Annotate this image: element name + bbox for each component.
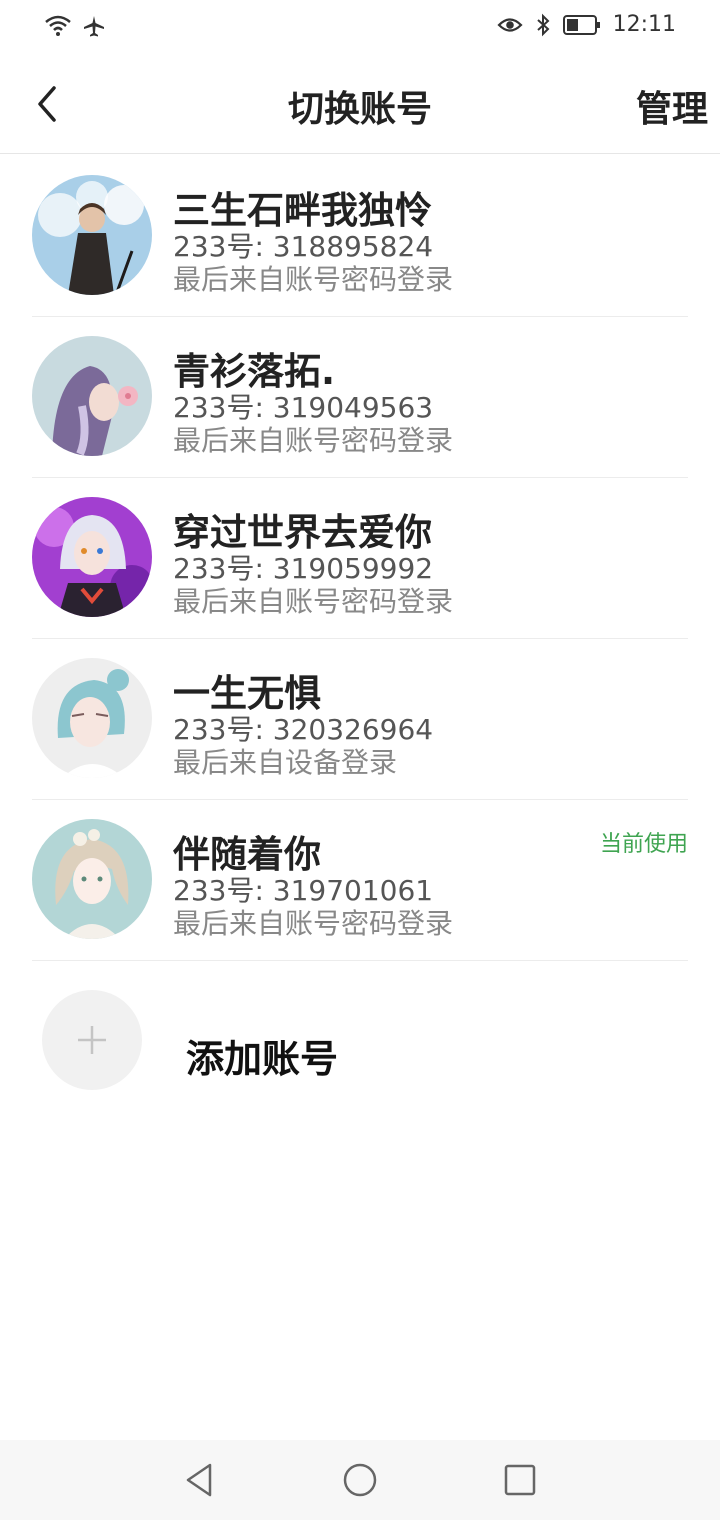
triangle-back-icon [186, 1463, 212, 1497]
bluetooth-icon [535, 13, 551, 37]
battery-icon [562, 14, 601, 36]
status-bar: 12:11 [0, 0, 720, 56]
status-time: 12:11 [612, 12, 676, 37]
avatar [32, 658, 152, 778]
page-title: 切换账号 [287, 89, 432, 130]
account-item[interactable]: 伴随着你 233号: 319701061 最后来自账号密码登录 当前使用 [32, 800, 688, 961]
manage-button[interactable]: 管理 [636, 80, 708, 132]
account-item[interactable]: 青衫落拓. 233号: 319049563 最后来自账号密码登录 [32, 317, 688, 478]
add-account-button[interactable]: 添加账号 [0, 980, 720, 1100]
account-login-method: 最后来自设备登录 [173, 746, 398, 779]
wifi-icon [44, 14, 72, 38]
nav-back-button[interactable] [180, 1460, 220, 1500]
circle-home-icon [343, 1463, 377, 1497]
avatar [32, 819, 152, 939]
screen: 12:11 切换账号 管理 三生石畔我独怜 233号: 318895824 最后… [0, 0, 720, 1520]
status-right: 12:11 [497, 12, 676, 37]
status-left [44, 14, 106, 38]
app-header: 切换账号 管理 [0, 56, 720, 154]
system-nav-bar [0, 1440, 720, 1520]
add-account-label: 添加账号 [186, 1037, 339, 1081]
plus-icon [78, 1026, 106, 1054]
account-login-method: 最后来自账号密码登录 [173, 424, 454, 457]
eye-icon [497, 14, 523, 36]
nav-home-button[interactable] [340, 1460, 380, 1500]
nav-recents-button[interactable] [500, 1460, 540, 1500]
account-login-method: 最后来自账号密码登录 [173, 263, 454, 296]
account-item[interactable]: 穿过世界去爱你 233号: 319059992 最后来自账号密码登录 [32, 478, 688, 639]
square-recents-icon [504, 1464, 536, 1496]
account-item[interactable]: 三生石畔我独怜 233号: 318895824 最后来自账号密码登录 [32, 156, 688, 317]
avatar [32, 497, 152, 617]
account-login-method: 最后来自账号密码登录 [173, 585, 454, 618]
avatar [32, 336, 152, 456]
account-list: 三生石畔我独怜 233号: 318895824 最后来自账号密码登录 青衫落拓.… [0, 156, 720, 961]
avatar [32, 175, 152, 295]
airplane-icon [82, 14, 106, 38]
add-account-circle[interactable] [42, 990, 142, 1090]
account-login-method: 最后来自账号密码登录 [173, 907, 454, 940]
current-account-badge: 当前使用 [599, 832, 688, 857]
account-item[interactable]: 一生无惧 233号: 320326964 最后来自设备登录 [32, 639, 688, 800]
